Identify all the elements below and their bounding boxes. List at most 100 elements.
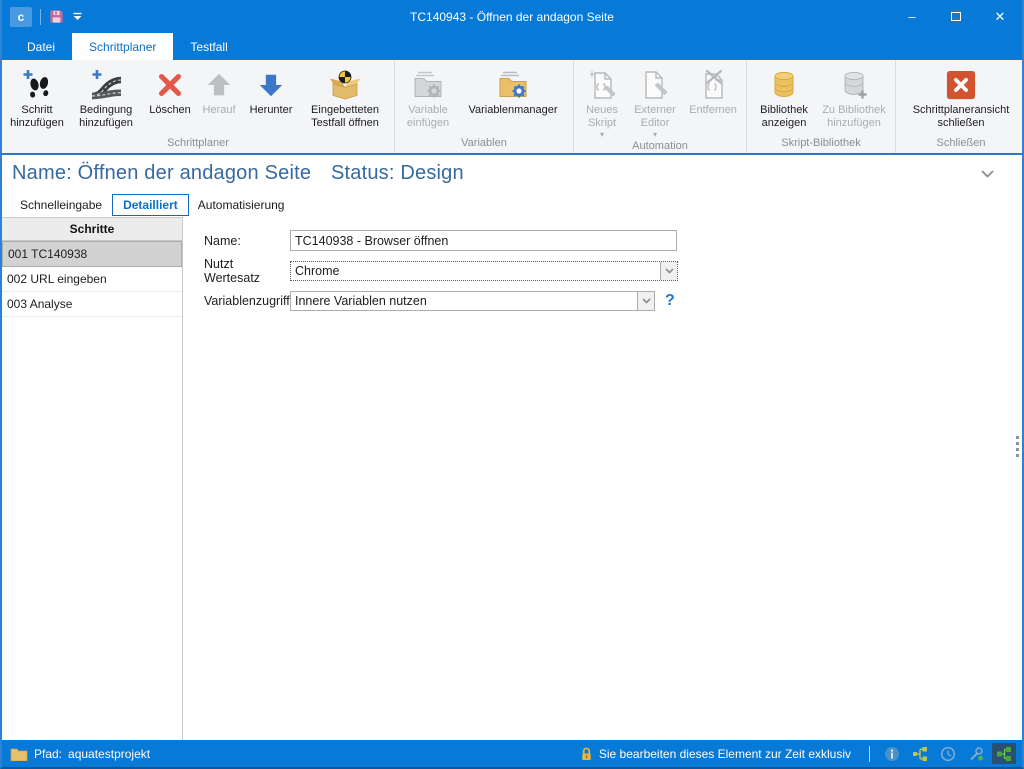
step-list-item[interactable]: 003 Analyse: [2, 292, 182, 317]
ribbon: Schritt hinzufügen Bedingung hinzufügen: [2, 60, 1022, 155]
remove-script-button: Entfernen: [684, 64, 742, 117]
button-label: Herunter: [250, 104, 293, 117]
tab-testfall[interactable]: Testfall: [173, 33, 244, 60]
content-area: Schritte 001 TC140938 002 URL eingeben 0…: [2, 217, 1022, 740]
steps-panel-header: Schritte: [2, 217, 182, 241]
close-button[interactable]: ✕: [978, 0, 1022, 33]
view-tabs: Schnelleingabe Detailliert Automatisieru…: [2, 192, 1022, 217]
history-clock-icon[interactable]: [936, 743, 960, 764]
group-label-schrittplaner: Schrittplaner: [4, 135, 392, 153]
button-label: Schrittplaneransicht schließen: [903, 104, 1019, 130]
tab-schnelleingabe[interactable]: Schnelleingabe: [10, 195, 113, 215]
variablenzugriff-dropdown[interactable]: Innere Variablen nutzen: [290, 291, 655, 311]
document-title: Name: Öffnen der andagon Seite Status: D…: [12, 162, 464, 185]
down-arrow-icon: [256, 67, 286, 103]
button-label: Externer Editor: [629, 104, 681, 130]
variablenzugriff-selected-value: Innere Variablen nutzen: [291, 292, 637, 310]
ribbon-tab-row: Datei Schrittplaner Testfall: [2, 33, 1022, 60]
app-logo-icon[interactable]: c: [10, 7, 32, 27]
doc-name-label: Name:: [12, 162, 72, 184]
close-stepplanner-view-button[interactable]: Schrittplaneransicht schließen: [900, 64, 1022, 130]
button-label: Bedingung hinzufügen: [71, 104, 141, 130]
button-label: Variablenmanager: [468, 104, 557, 117]
folder-gear-disabled-icon: [412, 67, 444, 103]
add-to-library-button: Zu Bibliothek hinzufügen: [817, 64, 891, 130]
doc-name-value: Öffnen der andagon Seite: [78, 162, 312, 184]
pfad-label: Pfad:: [34, 747, 62, 761]
button-label: Bibliothek anzeigen: [754, 104, 814, 130]
minimize-button[interactable]: –: [890, 0, 934, 33]
add-condition-button[interactable]: Bedingung hinzufügen: [68, 64, 144, 130]
junction-plus-icon: [90, 67, 122, 103]
doc-status-value: Design: [400, 162, 463, 184]
document-header: Name: Öffnen der andagon Seite Status: D…: [2, 155, 1022, 192]
variablenzugriff-field-label: Variablenzugriff:: [204, 294, 290, 308]
button-label: Variable einfügen: [402, 104, 454, 130]
save-icon[interactable]: [49, 9, 64, 24]
ribbon-group-schliessen: Schrittplaneransicht schließen Schließen: [896, 60, 1024, 153]
button-label: Eingebetteten Testfall öffnen: [303, 104, 387, 130]
document-x-icon: [697, 67, 729, 103]
open-embedded-testcase-button[interactable]: Eingebetteten Testfall öffnen: [300, 64, 390, 130]
exclusive-edit-message: Sie bearbeiten dieses Element zur Zeit e…: [599, 747, 851, 761]
tab-schrittplaner[interactable]: Schrittplaner: [72, 33, 173, 60]
app-window: TC140943 - Öffnen der andagon Seite c – …: [0, 0, 1024, 769]
red-x-icon: [155, 67, 185, 103]
ribbon-group-skript-bibliothek: Bibliothek anzeigen Zu Bibliothek hinzuf…: [747, 60, 896, 153]
statusbar: Pfad: aquatestprojekt Sie bearbeiten die…: [2, 740, 1022, 767]
delete-button[interactable]: Löschen: [144, 64, 196, 117]
splitter-grip[interactable]: [1016, 436, 1019, 457]
crash-test-box-icon: [328, 67, 362, 103]
doc-status-label: Status:: [331, 162, 395, 184]
wertesatz-selected-value: Chrome: [291, 262, 660, 280]
steps-panel: Schritte 001 TC140938 002 URL eingeben 0…: [2, 217, 183, 740]
step-list-item[interactable]: 002 URL eingeben: [2, 267, 182, 292]
help-icon[interactable]: ?: [665, 292, 675, 310]
wertesatz-field-label: Nutzt Wertesatz: [204, 257, 290, 285]
button-label: Zu Bibliothek hinzufügen: [820, 104, 888, 130]
collapse-chevron-icon[interactable]: [981, 170, 994, 178]
hierarchy-icon[interactable]: [908, 743, 932, 764]
variable-manager-button[interactable]: Variablenmanager: [457, 64, 569, 117]
workflow-icon[interactable]: [992, 743, 1016, 764]
info-icon[interactable]: [880, 743, 904, 764]
titlebar: TC140943 - Öffnen der andagon Seite c – …: [2, 0, 1022, 33]
window-title: TC140943 - Öffnen der andagon Seite: [2, 10, 1022, 24]
chevron-down-icon[interactable]: [660, 262, 677, 280]
group-label-automation: Automation: [576, 138, 744, 156]
script-new-icon: [586, 67, 618, 103]
new-script-button: Neues Skript ▾: [578, 64, 626, 138]
step-detail-form: Name: Nutzt Wertesatz Chrome Variablenzu…: [183, 217, 1022, 740]
maximize-button[interactable]: [934, 0, 978, 33]
ribbon-group-automation: Neues Skript ▾ Externer Editor ▾: [574, 60, 747, 153]
button-label: Entfernen: [689, 104, 737, 117]
tab-datei[interactable]: Datei: [10, 33, 72, 60]
tab-detailliert[interactable]: Detailliert: [112, 194, 189, 216]
dependencies-icon[interactable]: [964, 743, 988, 764]
move-up-button: Herauf: [196, 64, 242, 117]
name-field-label: Name:: [204, 234, 290, 248]
button-label: Schritt hinzufügen: [9, 104, 65, 130]
name-input[interactable]: [290, 230, 677, 251]
folder-icon: [10, 747, 28, 761]
lock-icon: [580, 746, 593, 762]
step-list-item[interactable]: 001 TC140938: [2, 241, 182, 267]
chevron-down-icon[interactable]: [637, 292, 654, 310]
ribbon-group-schrittplaner: Schritt hinzufügen Bedingung hinzufügen: [2, 60, 395, 153]
pfad-value: aquatestprojekt: [68, 747, 150, 761]
button-label: Löschen: [149, 104, 191, 117]
folder-gear-icon: [497, 67, 529, 103]
add-step-button[interactable]: Schritt hinzufügen: [6, 64, 68, 130]
group-label-skript-bibliothek: Skript-Bibliothek: [749, 135, 893, 153]
button-label: Herauf: [202, 104, 235, 117]
show-library-button[interactable]: Bibliothek anzeigen: [751, 64, 817, 130]
quick-access-dropdown-icon[interactable]: [72, 12, 83, 21]
move-down-button[interactable]: Herunter: [242, 64, 300, 117]
group-label-variablen: Variablen: [397, 135, 571, 153]
tab-automatisierung[interactable]: Automatisierung: [188, 195, 295, 215]
wertesatz-dropdown[interactable]: Chrome: [290, 261, 678, 281]
statusbar-divider: [869, 746, 870, 762]
button-label: Neues Skript: [581, 104, 623, 130]
up-arrow-icon: [204, 67, 234, 103]
database-icon: [768, 67, 800, 103]
